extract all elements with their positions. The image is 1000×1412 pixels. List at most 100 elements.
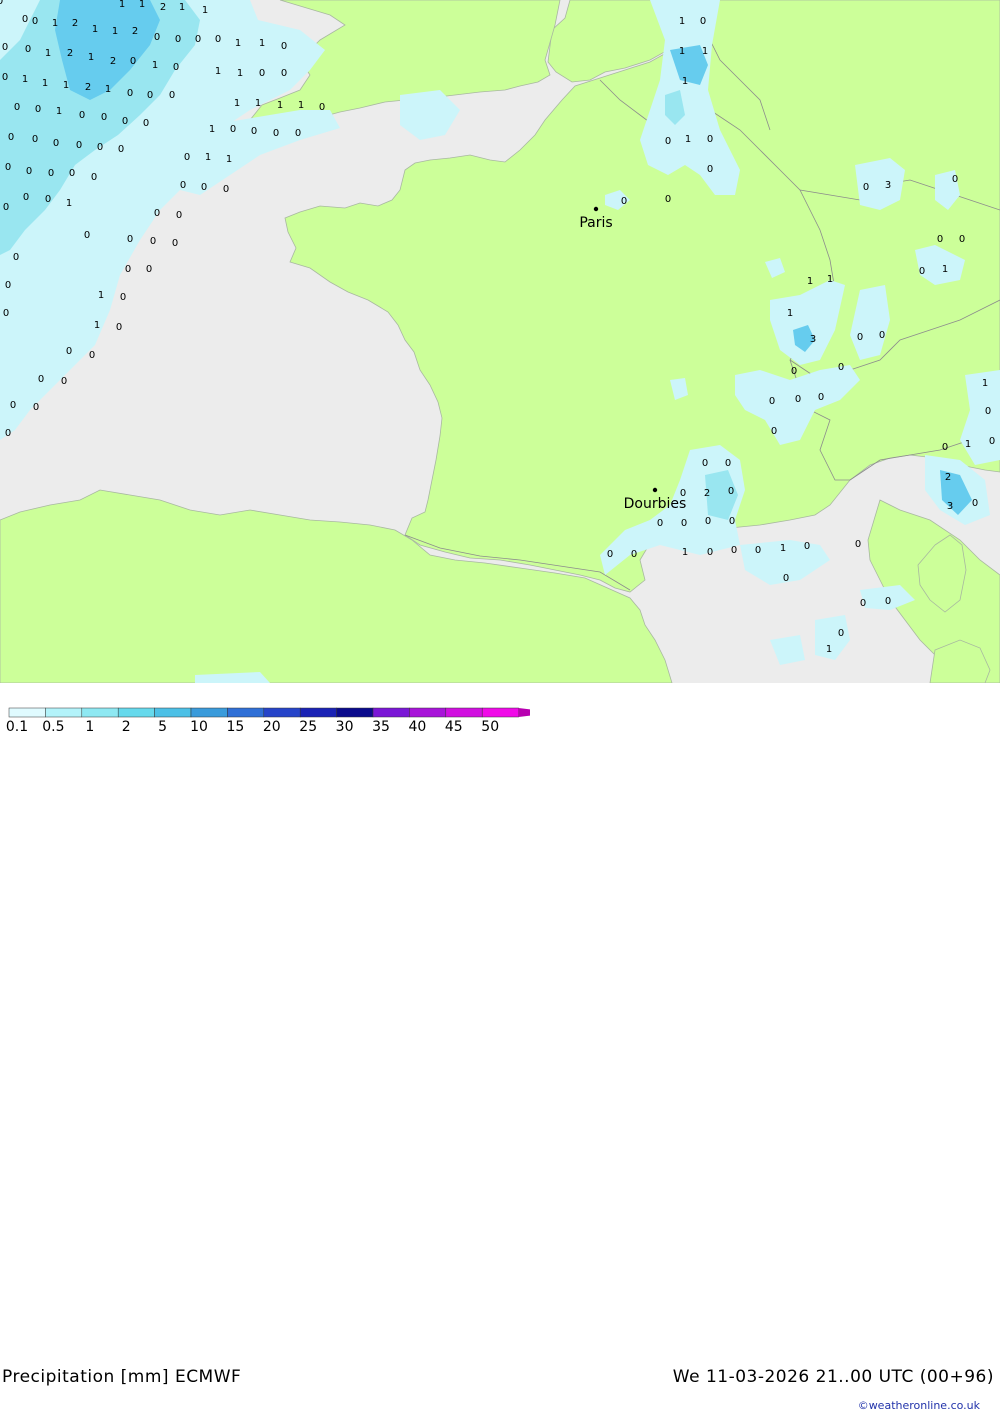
precip-value-label: 0 <box>215 34 221 45</box>
precip-value-label: 0 <box>3 308 9 319</box>
legend-label: 25 <box>299 719 317 733</box>
precip-value-label: 0 <box>184 152 190 163</box>
precip-value-label: 0 <box>125 264 131 275</box>
precip-value-label: 3 <box>810 334 816 345</box>
precip-value-label: 2 <box>132 26 138 37</box>
precip-value-label: 0 <box>3 202 9 213</box>
precip-value-label: 1 <box>179 2 185 13</box>
precip-value-label: 0 <box>725 458 731 469</box>
precip-value-label: 2 <box>110 56 116 67</box>
precip-value-label: 0 <box>863 182 869 193</box>
precip-value-label: 0 <box>771 426 777 437</box>
precip-value-label: 0 <box>48 168 54 179</box>
precip-value-label: 0 <box>665 136 671 147</box>
precip-value-label: 1 <box>92 24 98 35</box>
precip-value-label: 0 <box>755 545 761 556</box>
precip-value-label: 0 <box>172 238 178 249</box>
legend-swatch <box>8 707 46 718</box>
legend-swatch <box>227 707 265 718</box>
precip-value-label: 1 <box>63 80 69 91</box>
precip-value-label: 2 <box>85 82 91 93</box>
precip-value-label: 0 <box>855 539 861 550</box>
legend-swatch <box>263 707 301 718</box>
precip-value-label: 1 <box>780 543 786 554</box>
legend-swatch <box>336 707 374 718</box>
precip-value-label: 1 <box>45 48 51 59</box>
precip-value-label: 1 <box>277 100 283 111</box>
precip-value-label: 0 <box>838 628 844 639</box>
precip-value-label: 0 <box>127 88 133 99</box>
precip-value-label: 0 <box>14 102 20 113</box>
precip-value-label: 0 <box>281 68 287 79</box>
legend-swatch <box>81 707 119 718</box>
forecast-timestamp: We 11-03-2026 21..00 UTC (00+96) <box>672 1367 994 1387</box>
precip-value-label: 0 <box>61 376 67 387</box>
precip-value-label: 1 <box>685 134 691 145</box>
precip-value-label: 0 <box>937 234 943 245</box>
legend-label: 30 <box>336 719 354 733</box>
credit-link[interactable]: ©weatheronline.co.uk <box>858 1399 980 1412</box>
precip-value-label: 0 <box>101 112 107 123</box>
map-title: Precipitation [mm] ECMWF <box>2 1367 242 1387</box>
legend-swatch <box>481 707 519 718</box>
city-label-paris: Paris <box>579 215 612 231</box>
precip-value-label: 0 <box>681 518 687 529</box>
precip-value-label: 1 <box>88 52 94 63</box>
precip-value-label: 0 <box>621 196 627 207</box>
legend-label: 0.5 <box>42 719 64 733</box>
legend-label: 40 <box>408 719 426 733</box>
precip-value-label: 0 <box>0 0 3 7</box>
legend-swatch <box>372 707 410 718</box>
precip-value-label: 1 <box>702 46 708 57</box>
precip-value-label: 2 <box>704 488 710 499</box>
precip-value-label: 2 <box>945 472 951 483</box>
precip-value-label: 0 <box>32 134 38 145</box>
precip-value-label: 1 <box>119 0 125 10</box>
precip-value-label: 0 <box>919 266 925 277</box>
precip-value-label: 0 <box>5 280 11 291</box>
precip-value-label: 1 <box>66 198 72 209</box>
precip-value-label: 0 <box>295 128 301 139</box>
precip-value-label: 1 <box>827 274 833 285</box>
legend-label: 15 <box>226 719 244 733</box>
precip-value-label: 0 <box>180 180 186 191</box>
precip-value-label: 1 <box>965 439 971 450</box>
precip-value-label: 0 <box>175 34 181 45</box>
precip-value-label: 0 <box>154 208 160 219</box>
precip-value-label: 0 <box>26 166 32 177</box>
precip-value-label: 0 <box>972 498 978 509</box>
precip-value-label: 0 <box>251 126 257 137</box>
legend-label: 0.1 <box>6 719 28 733</box>
precipitation-map[interactable]: 1 1 2 1 1 0 0 1 2 1 1 2 0 0 0 0 1 1 0 0 0 1 2 1 2 0 1 0 1 1 0 0 0 1 1 1 2 1 0 0… <box>0 0 1000 683</box>
precip-value-label: 0 <box>319 102 325 113</box>
precip-value-label: 1 <box>42 78 48 89</box>
precip-value-label: 1 <box>209 124 215 135</box>
precip-value-label: 0 <box>838 362 844 373</box>
precip-value-label: 2 <box>72 18 78 29</box>
precip-value-label: 0 <box>795 394 801 405</box>
legend-swatch <box>190 707 228 718</box>
precip-value-label: 0 <box>731 545 737 556</box>
precip-value-label: 0 <box>700 16 706 27</box>
precip-value-label: 2 <box>160 2 166 13</box>
precip-value-label: 1 <box>826 644 832 655</box>
legend-swatch <box>299 707 337 718</box>
precip-value-label: 0 <box>8 132 14 143</box>
precip-value-label: 1 <box>259 38 265 49</box>
precip-value-label: 1 <box>682 76 688 87</box>
precip-value-label: 1 <box>94 320 100 331</box>
precip-value-label: 0 <box>769 396 775 407</box>
precip-value-label: 0 <box>130 56 136 67</box>
precip-value-label: 0 <box>631 549 637 560</box>
precip-value-label: 1 <box>235 38 241 49</box>
city-dot-paris <box>593 206 599 212</box>
precip-value-label: 0 <box>84 230 90 241</box>
precip-value-label: 0 <box>665 194 671 205</box>
precip-value-label: 0 <box>729 516 735 527</box>
precip-value-label: 0 <box>33 402 39 413</box>
precip-value-label: 0 <box>76 140 82 151</box>
legend-label: 35 <box>372 719 390 733</box>
legend-label: 1 <box>85 719 94 733</box>
precip-value-label: 1 <box>112 26 118 37</box>
precip-value-label: 0 <box>879 330 885 341</box>
